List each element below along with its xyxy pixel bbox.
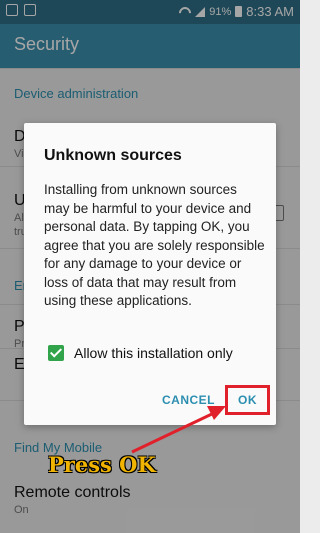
allow-once-checkbox[interactable] xyxy=(48,345,64,361)
cancel-button[interactable]: CANCEL xyxy=(162,393,215,407)
dialog-title: Unknown sources xyxy=(44,147,182,164)
ok-button[interactable]: OK xyxy=(238,393,257,407)
dialog-message: Installing from unknown sources may be h… xyxy=(44,182,265,308)
press-ok-annotation: Press OK xyxy=(48,452,156,477)
unknown-sources-dialog: Unknown sources Installing from unknown … xyxy=(24,123,276,425)
allow-once-option[interactable]: Allow this installation only xyxy=(48,345,233,361)
allow-once-label: Allow this installation only xyxy=(74,345,233,361)
